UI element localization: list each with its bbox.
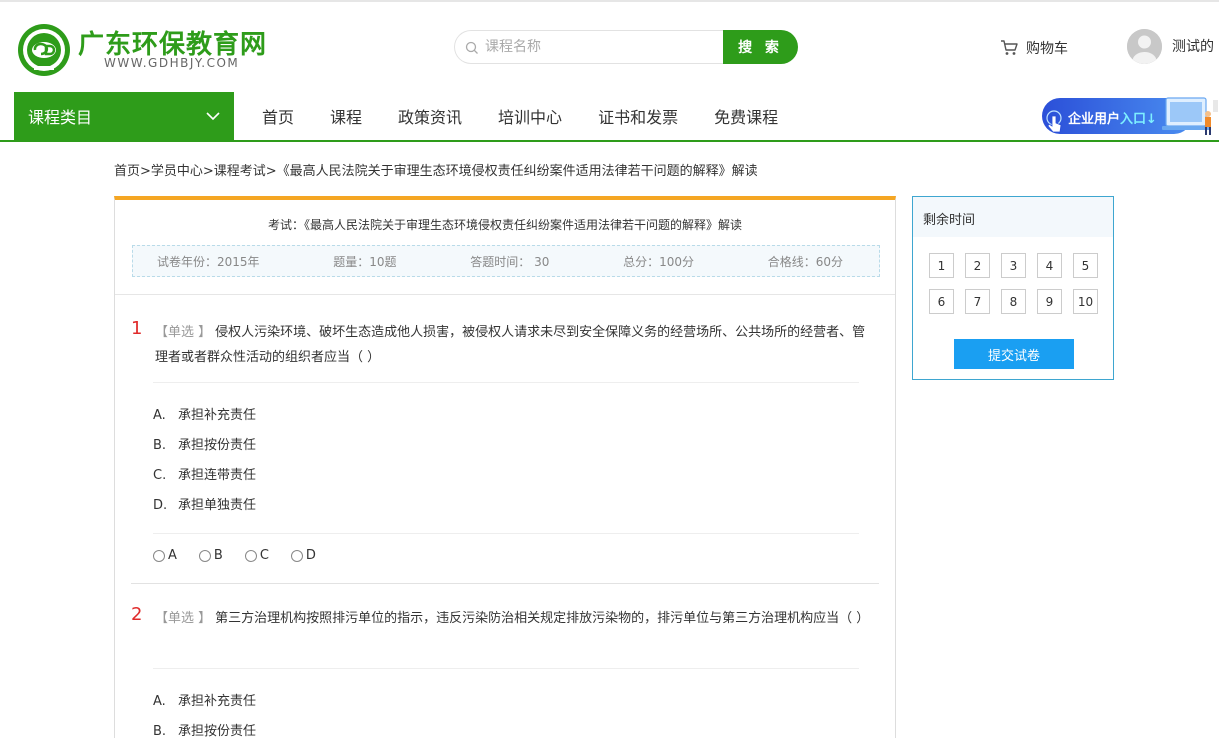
nav-link-certificates[interactable]: 证书和发票	[580, 104, 696, 128]
divider	[115, 294, 895, 295]
option-b: B. 承担按份责任	[153, 438, 257, 453]
search-button[interactable]: 搜 索	[723, 30, 798, 64]
radio-b[interactable]: B	[198, 548, 223, 563]
radio-a[interactable]: A	[153, 548, 177, 563]
exam-question-count: 题量：10题	[333, 254, 397, 269]
question-jump-6[interactable]: 6	[929, 289, 954, 314]
question-number-grid: 1 2 3 4 5 6 7 8 9 10	[929, 253, 1105, 314]
question-type: 【单选 】	[155, 325, 212, 340]
divider	[153, 533, 859, 534]
exam-title: 考试：《最高人民法院关于审理生态环境侵权责任纠纷案件适用法律若干问题的解释》解读	[267, 218, 742, 232]
exam-meta-bar: 试卷年份：2015年 题量：10题 答题时间： 30 总分：100分 合格线：6…	[132, 245, 880, 277]
submit-exam-button[interactable]: 提交试卷	[954, 339, 1074, 369]
avatar[interactable]	[1127, 28, 1162, 64]
remaining-time-label: 剩余时间	[913, 197, 1113, 237]
nav-link-training[interactable]: 培训中心	[480, 104, 580, 128]
divider	[131, 583, 879, 584]
question-jump-1[interactable]: 1	[929, 253, 954, 278]
question-text: 【单选 】第三方治理机构按照排污单位的指示，违反污染防治相关规定排放污染物的，排…	[155, 606, 875, 631]
question-jump-3[interactable]: 3	[1001, 253, 1026, 278]
divider	[153, 668, 859, 669]
radio-c[interactable]: C	[244, 548, 269, 563]
search-bar: 搜 索	[454, 30, 798, 64]
cart-icon	[1001, 40, 1018, 55]
question-stem: 侵权人污染环境、破坏生态造成他人损害，被侵权人请求未尽到安全保障义务的经营场所、…	[155, 325, 866, 365]
question-number: 2	[131, 604, 143, 625]
exam-total-score: 总分：100分	[623, 254, 694, 269]
nav-link-home[interactable]: 首页	[244, 104, 312, 128]
site-header: 广东环保教育网 WWW.GDHBJY.COM 搜 索 购物车 测	[0, 2, 1219, 92]
site-url: WWW.GDHBJY.COM	[104, 56, 240, 70]
course-category-label: 课程类目	[28, 108, 93, 127]
divider	[153, 382, 859, 383]
user-name: 测试的	[1172, 39, 1214, 55]
option-b: B. 承担按份责任	[153, 724, 257, 738]
question-jump-4[interactable]: 4	[1037, 253, 1062, 278]
enterprise-entry-label: 企业用户入口↓	[1068, 112, 1157, 127]
answer-choices: A B C D	[153, 548, 316, 563]
answer-sheet-panel: 剩余时间 1 2 3 4 5 6 7 8 9 10 提交试卷	[912, 196, 1114, 380]
search-input[interactable]	[485, 32, 721, 62]
user-menu[interactable]: 测试的	[1127, 28, 1214, 64]
search-box	[454, 30, 726, 64]
laptop-person-illustration-icon	[1162, 97, 1218, 135]
site-logo[interactable]: 广东环保教育网 WWW.GDHBJY.COM	[16, 22, 276, 78]
exam-pass-score: 合格线：60分	[767, 254, 843, 269]
nav-links: 首页 课程 政策资讯 培训中心 证书和发票 免费课程	[244, 92, 796, 140]
question-number: 1	[131, 318, 143, 339]
user-avatar-icon	[1127, 28, 1162, 64]
question-jump-9[interactable]: 9	[1037, 289, 1062, 314]
option-a: A. 承担补充责任	[153, 694, 257, 709]
search-icon	[465, 41, 478, 54]
cart-link[interactable]: 购物车	[1000, 38, 1068, 58]
hand-pointer-icon	[1046, 110, 1062, 133]
radio-d[interactable]: D	[290, 548, 316, 563]
question-jump-10[interactable]: 10	[1073, 289, 1098, 314]
option-c: C. 承担连带责任	[153, 468, 257, 483]
nav-link-courses[interactable]: 课程	[312, 104, 380, 128]
course-category-menu[interactable]: 课程类目	[14, 92, 234, 140]
nav-link-policy[interactable]: 政策资讯	[380, 104, 480, 128]
question-1: 1 【单选 】侵权人污染环境、破坏生态造成他人损害，被侵权人请求未尽到安全保障义…	[131, 318, 879, 588]
chevron-down-icon	[206, 112, 220, 121]
logo-emblem-icon	[18, 24, 70, 76]
option-d: D. 承担单独责任	[153, 498, 257, 513]
question-text: 【单选 】侵权人污染环境、破坏生态造成他人损害，被侵权人请求未尽到安全保障义务的…	[155, 320, 875, 370]
question-type: 【单选 】	[155, 611, 212, 626]
question-stem: 第三方治理机构按照排污单位的指示，违反污染防治相关规定排放污染物的，排污单位与第…	[215, 611, 870, 626]
exam-time: 答题时间： 30	[470, 254, 550, 269]
option-a: A. 承担补充责任	[153, 408, 257, 423]
question-jump-2[interactable]: 2	[965, 253, 990, 278]
cart-label: 购物车	[1026, 41, 1068, 57]
exam-panel: 考试：《最高人民法院关于审理生态环境侵权责任纠纷案件适用法律若干问题的解释》解读…	[114, 196, 896, 738]
question-jump-8[interactable]: 8	[1001, 289, 1026, 314]
main-nav: 课程类目 首页 课程 政策资讯 培训中心 证书和发票 免费课程 企业用户入口↓	[0, 92, 1219, 142]
breadcrumb[interactable]: 首页>学员中心>课程考试>《最高人民法院关于审理生态环境侵权责任纠纷案件适用法律…	[114, 160, 758, 179]
question-2: 2 【单选 】第三方治理机构按照排污单位的指示，违反污染防治相关规定排放污染物的…	[131, 604, 879, 738]
question-jump-7[interactable]: 7	[965, 289, 990, 314]
nav-link-free-courses[interactable]: 免费课程	[696, 104, 796, 128]
exam-year: 试卷年份：2015年	[157, 254, 260, 269]
question-jump-5[interactable]: 5	[1073, 253, 1098, 278]
enterprise-entry-button[interactable]: 企业用户入口↓	[1042, 96, 1219, 138]
